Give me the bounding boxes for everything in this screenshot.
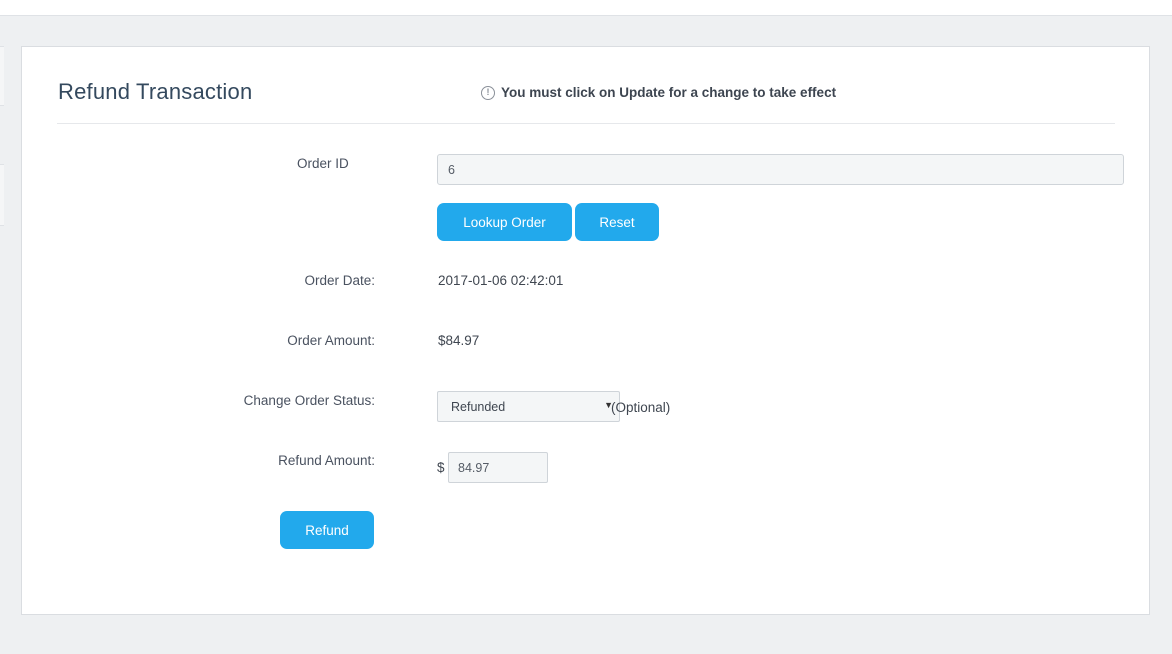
sidebar-edge-segment [0, 164, 4, 226]
order-status-selected: Refunded [451, 399, 506, 414]
sidebar-edge [0, 46, 4, 242]
order-amount-value: $84.97 [438, 333, 480, 348]
update-notice: ! You must click on Update for a change … [481, 85, 836, 100]
order-date-label: Order Date: [304, 273, 375, 288]
sidebar-edge-segment [0, 46, 4, 106]
refund-amount-value: 84.97 [458, 460, 490, 475]
header-divider [57, 123, 1115, 124]
refund-amount-input[interactable]: 84.97 [448, 452, 548, 483]
order-id-input[interactable]: 6 [437, 154, 1124, 185]
currency-symbol: $ [437, 460, 445, 475]
info-circle-icon: ! [481, 85, 495, 100]
notice-text: You must click on Update for a change to… [501, 85, 837, 100]
top-bar [0, 0, 1172, 16]
order-status-label: Change Order Status: [243, 393, 375, 408]
page-title: Refund Transaction [58, 79, 253, 104]
order-id-value: 6 [448, 162, 455, 177]
refund-card: Refund Transaction ! You must click on U… [21, 46, 1150, 615]
refund-amount-label: Refund Amount: [278, 453, 375, 468]
lookup-order-button[interactable]: Lookup Order [437, 203, 572, 241]
order-id-label: Order ID [297, 156, 349, 171]
optional-hint: (Optional) [611, 400, 671, 415]
order-status-select[interactable]: Refunded ▼ [437, 391, 620, 422]
reset-button[interactable]: Reset [575, 203, 659, 241]
refund-button[interactable]: Refund [280, 511, 374, 549]
order-amount-label: Order Amount: [287, 333, 375, 348]
order-date-value: 2017-01-06 02:42:01 [438, 273, 564, 288]
